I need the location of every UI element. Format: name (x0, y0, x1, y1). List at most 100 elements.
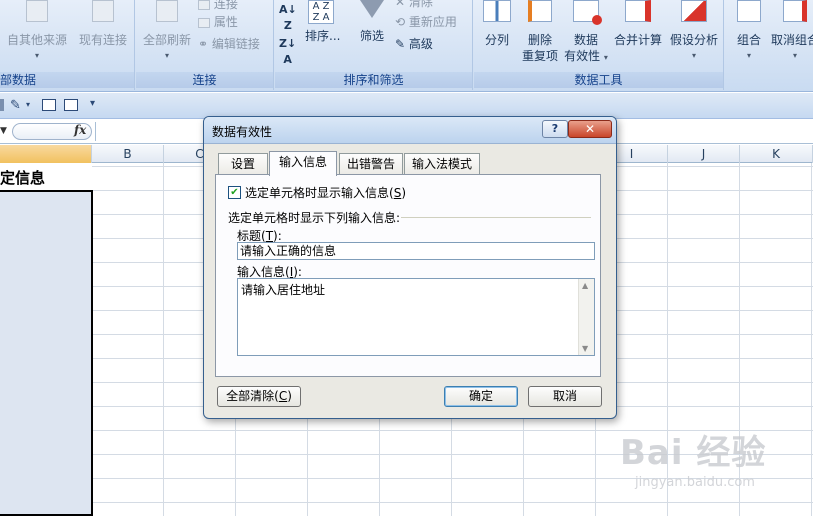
column-header-k[interactable]: K (740, 145, 813, 163)
message-text: 请输入居住地址 (241, 283, 326, 297)
sort-button[interactable]: A ZZ A 排序... (305, 0, 341, 44)
text-to-columns-button[interactable]: 分列 (480, 0, 514, 48)
data-validation-dialog: 数据有效性 ? ✕ 设置 输入信息 出错警告 输入法模式 ✔ 选定单元格时显示输… (203, 116, 617, 419)
group-label-external: 部数据 (0, 72, 134, 88)
group-label-connections: 连接 (136, 72, 273, 88)
ungroup-label: 取消组合 (771, 33, 813, 47)
selected-range[interactable] (0, 190, 93, 516)
column-header-b[interactable]: B (92, 145, 164, 163)
fx-icon[interactable]: fx (74, 123, 86, 137)
tab-settings[interactable]: 设置 (218, 153, 268, 174)
help-button[interactable]: ? (542, 120, 568, 138)
sort-label: 排序... (305, 29, 341, 43)
remove-duplicates-button[interactable]: 删除 重复项 (520, 0, 560, 64)
funnel-icon (360, 0, 384, 18)
scroll-up-icon[interactable]: ▲ (582, 281, 588, 290)
message-textarea[interactable]: 请输入居住地址 ▲ ▼ (237, 278, 595, 356)
connections-button[interactable]: 连接 (198, 0, 238, 12)
qat-icon[interactable] (0, 99, 4, 111)
what-if-button[interactable]: 假设分析 ▾ (666, 0, 722, 64)
scroll-down-icon[interactable]: ▼ (582, 344, 588, 353)
clear-all-button[interactable]: 全部清除(C) (217, 386, 301, 407)
message-label-text: 输入信息 (237, 265, 286, 279)
column-header-j[interactable]: J (668, 145, 740, 163)
filter-button[interactable]: 筛选 (355, 0, 389, 44)
ribbon-group-sort-filter: A↓ Z Z↓ A A ZZ A 排序... 筛选 ✕ 清除 ⟲ 重新应用 ✎ 高级… (275, 0, 473, 90)
ribbon: 自其他来源 ▾ 现有连接 部数据 全部刷新 ▾ 连接 属性 ⚭ 编辑链接 连接 (0, 0, 813, 92)
edit-links-button[interactable]: ⚭ 编辑链接 (198, 36, 260, 52)
remove-duplicates-label-2: 重复项 (521, 49, 558, 63)
close-button[interactable]: ✕ (568, 120, 612, 138)
sort-asc-button[interactable]: A↓ Z (279, 2, 297, 34)
message-scrollbar[interactable]: ▲ ▼ (578, 279, 594, 355)
tab-error-alert[interactable]: 出错警告 (339, 153, 403, 174)
clear-filter-label: 清除 (408, 0, 433, 9)
title-label-text: 标题 (237, 229, 262, 243)
other-sources-label: 自其他来源 (6, 33, 67, 47)
reapply-button[interactable]: ⟲ 重新应用 (395, 14, 457, 30)
properties-button[interactable]: 属性 (198, 14, 238, 30)
checkbox-key: S (393, 186, 402, 200)
baidu-watermark: Bai 经验 jingyan.baidu.com (620, 425, 805, 505)
chevron-down-icon: ▾ (746, 51, 751, 60)
show-input-message-label[interactable]: 选定单元格时显示输入信息(S) (245, 184, 406, 201)
existing-connections-button[interactable]: 现有连接 (76, 0, 130, 48)
ungroup-button[interactable]: 取消组合 ▾ (771, 0, 813, 64)
ok-button[interactable]: 确定 (444, 386, 518, 407)
table-icon[interactable] (64, 99, 78, 111)
help-icon: ? (551, 122, 559, 135)
clear-filter-icon: ✕ (395, 0, 406, 9)
form-icon[interactable] (42, 99, 56, 111)
link-icon: ⚭ (198, 37, 209, 51)
consolidate-button[interactable]: 合并计算 (612, 0, 664, 48)
chevron-down-icon[interactable]: ▾ (26, 100, 30, 109)
existing-connections-label: 现有连接 (78, 33, 127, 47)
watermark-main: Bai 经验 (620, 433, 767, 473)
data-validation-button[interactable]: 数据 有效性 ▾ (564, 0, 608, 66)
tab-input-message[interactable]: 输入信息 (269, 151, 337, 176)
title-input[interactable]: 请输入正确的信息 (237, 242, 595, 260)
refresh-all-button[interactable]: 全部刷新 ▾ (140, 0, 194, 64)
ribbon-group-data-tools: 分列 删除 重复项 数据 有效性 ▾ 合并计算 假设分析 ▾ 数据工具 (474, 0, 724, 90)
close-icon: ✕ (584, 122, 596, 136)
tab-ime-mode[interactable]: 输入法模式 (404, 153, 480, 174)
cancel-button[interactable]: 取消 (528, 386, 602, 407)
text-to-columns-label: 分列 (484, 33, 509, 47)
input-message-panel: ✔ 选定单元格时显示输入信息(S) 选定单元格时显示下列输入信息: 标题(T):… (215, 174, 601, 377)
advanced-filter-button[interactable]: ✎ 高级 (395, 36, 433, 52)
cell-a1[interactable]: 定信息 (0, 166, 92, 190)
properties-icon (198, 17, 210, 28)
checkmark-icon: ✔ (230, 187, 239, 198)
dialog-title-bar[interactable]: 数据有效性 ? ✕ (204, 117, 616, 144)
chevron-down-icon: ▾ (691, 51, 696, 60)
title-key: T (265, 229, 274, 243)
chevron-down-icon: ▾ (34, 51, 39, 60)
properties-label: 属性 (213, 15, 238, 29)
ungroup-icon (783, 0, 807, 22)
clear-filter-button[interactable]: ✕ 清除 (395, 0, 433, 10)
chevron-down-icon: ▾ (603, 53, 608, 62)
chevron-down-icon[interactable]: ▼ (0, 122, 10, 140)
chevron-down-icon: ▾ (164, 51, 169, 60)
group-button[interactable]: 组合 ▾ (731, 0, 767, 64)
data-validation-icon (573, 0, 602, 25)
columns-icon (483, 0, 511, 22)
customize-qat-icon[interactable]: ▾ (90, 98, 95, 109)
reapply-label: 重新应用 (408, 15, 457, 29)
show-input-message-checkbox[interactable]: ✔ (228, 186, 241, 199)
remove-duplicates-label-1: 删除 (527, 33, 552, 47)
existing-connections-icon (92, 0, 114, 22)
sort-desc-button[interactable]: Z↓ A (279, 36, 296, 68)
other-sources-button[interactable]: 自其他来源 ▾ (6, 0, 68, 64)
draw-icon[interactable]: ✎ (10, 98, 21, 113)
dialog-title: 数据有效性 (212, 125, 273, 139)
group-label-sort-filter: 排序和筛选 (275, 72, 472, 88)
checkbox-text: 选定单元格时显示输入信息 (245, 186, 390, 200)
consolidate-label: 合并计算 (613, 33, 662, 47)
column-header-a[interactable] (0, 145, 92, 163)
group-label: 组合 (736, 33, 761, 47)
filter-label: 筛选 (359, 29, 384, 43)
sort-asc-icon: A↓ Z (279, 3, 297, 32)
reapply-icon: ⟲ (395, 15, 406, 29)
refresh-icon (156, 0, 178, 22)
